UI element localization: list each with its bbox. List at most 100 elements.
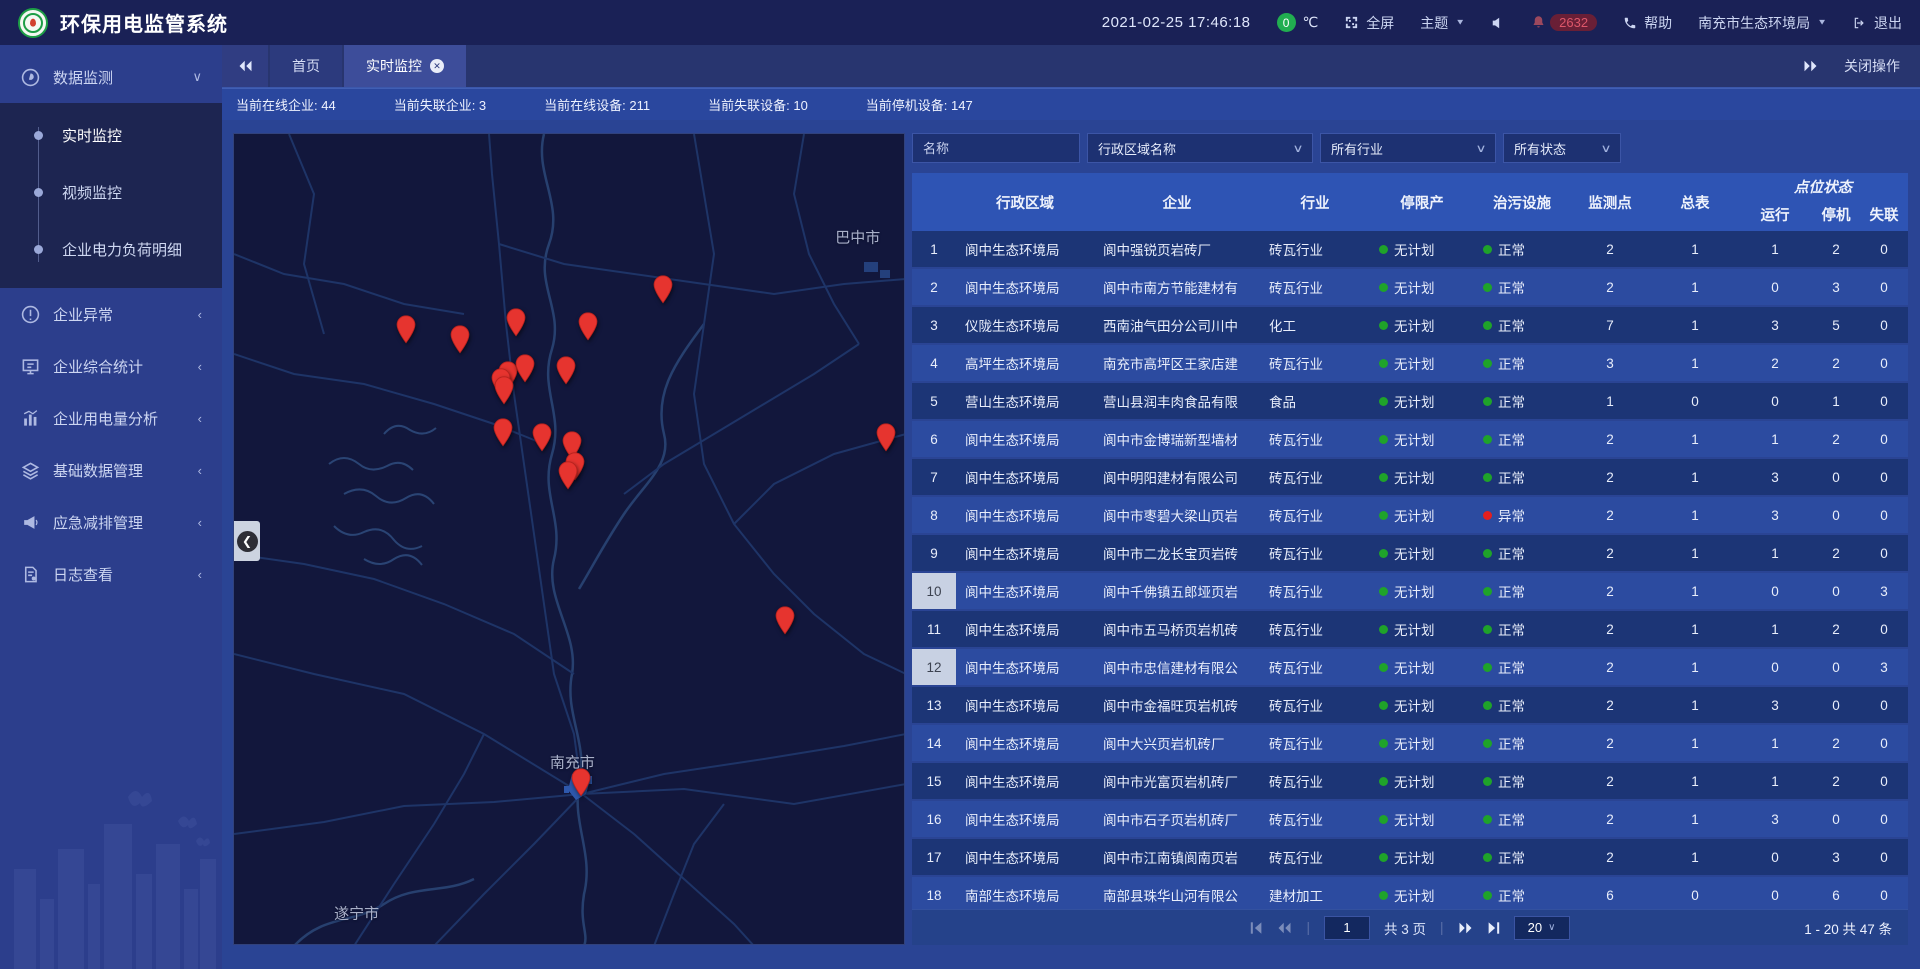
status-select[interactable]: 所有状态 ∨: [1503, 133, 1621, 163]
notifications-button[interactable]: 2632: [1531, 14, 1597, 31]
table-row[interactable]: 10阆中生态环境局阆中千佛镇五郎垭页岩砖瓦行业无计划正常21003: [912, 573, 1908, 609]
map-collapse-handle[interactable]: ❮: [234, 521, 260, 561]
map-pin[interactable]: [506, 308, 527, 337]
next-page-button[interactable]: [1458, 922, 1473, 934]
industry-select[interactable]: 所有行业 ∨: [1320, 133, 1496, 163]
cell-index: 15: [912, 763, 956, 799]
table-row[interactable]: 6阆中生态环境局阆中市金博瑞新型墙材砖瓦行业无计划正常21120: [912, 421, 1908, 457]
sidebar-item-1[interactable]: 数据监测∨: [0, 51, 222, 103]
sidebar-subitem[interactable]: 视频监控: [0, 164, 222, 221]
sidebar-item-4[interactable]: 企业用电量分析‹: [0, 392, 222, 444]
chevron-down-icon: ▼: [1455, 18, 1465, 27]
region-select[interactable]: 行政区域名称 ∨: [1087, 133, 1313, 163]
double-chevron-right-icon[interactable]: [1803, 60, 1818, 72]
skyline-decoration: [0, 779, 222, 969]
table-row[interactable]: 18南部生态环境局南部县珠华山河有限公建材加工无计划正常60060: [912, 877, 1908, 913]
map-pin[interactable]: [556, 356, 577, 385]
sidebar-item-6[interactable]: 应急减排管理‹: [0, 496, 222, 548]
table-row[interactable]: 17阆中生态环境局阆中市江南镇阆南页岩砖瓦行业无计划正常21030: [912, 839, 1908, 875]
cell-monitor-points: 2: [1570, 801, 1650, 837]
cell-running: 1: [1740, 725, 1810, 761]
tab-首页[interactable]: 首页: [270, 45, 342, 87]
chevron-left-icon: ❮: [237, 531, 258, 552]
cell-region: 阆中生态环境局: [956, 763, 1094, 799]
table-row[interactable]: 14阆中生态环境局阆中大兴页岩机砖厂砖瓦行业无计划正常21120: [912, 725, 1908, 761]
close-operations-button[interactable]: 关闭操作: [1844, 56, 1900, 76]
name-search-input[interactable]: [912, 133, 1080, 163]
sidebar-item-3[interactable]: 企业综合统计‹: [0, 340, 222, 392]
sidebar-item-5[interactable]: 基础数据管理‹: [0, 444, 222, 496]
cell-facility-status: 正常: [1474, 573, 1570, 609]
table-row[interactable]: 2阆中生态环境局阆中市南方节能建材有砖瓦行业无计划正常21030: [912, 269, 1908, 305]
map-pin[interactable]: [396, 315, 417, 344]
cell-index: 18: [912, 877, 956, 913]
total-pages-label: 共 3 页: [1384, 918, 1426, 938]
map-pin[interactable]: [494, 376, 515, 405]
last-page-button[interactable]: [1487, 922, 1500, 934]
sidebar-subitem[interactable]: 企业电力负荷明细: [0, 221, 222, 278]
sidebar-item-2[interactable]: 企业异常‹: [0, 288, 222, 340]
close-icon[interactable]: ✕: [430, 59, 444, 73]
help-button[interactable]: 帮助: [1623, 13, 1672, 33]
cell-running: 0: [1740, 573, 1810, 609]
fullscreen-button[interactable]: 全屏: [1344, 13, 1394, 33]
map-pin[interactable]: [493, 418, 514, 447]
sub-column-header-停机: 停机: [1810, 197, 1862, 231]
cell-region: 阆中生态环境局: [956, 497, 1094, 533]
cell-meters: 1: [1650, 459, 1740, 495]
sidebar-item-7[interactable]: 日志查看‹: [0, 548, 222, 600]
first-page-button[interactable]: [1250, 922, 1263, 934]
theme-menu[interactable]: 主题 ▼: [1420, 13, 1465, 33]
map-pin[interactable]: [571, 768, 592, 797]
cell-meters: 1: [1650, 497, 1740, 533]
map-pin[interactable]: [450, 325, 471, 354]
cell-company: 阆中大兴页岩机砖厂: [1094, 725, 1260, 761]
status-dot-icon: [1483, 283, 1492, 292]
table-row[interactable]: 5营山生态环境局营山县润丰肉食品有限食品无计划正常10010: [912, 383, 1908, 419]
page-size-select[interactable]: 20 ∨: [1514, 916, 1570, 940]
cell-company: 阆中市南方节能建材有: [1094, 269, 1260, 305]
table-row[interactable]: 12阆中生态环境局阆中市忠信建材有限公砖瓦行业无计划正常21003: [912, 649, 1908, 685]
prev-page-button[interactable]: [1277, 922, 1292, 934]
table-row[interactable]: 4高坪生态环境局南充市高坪区王家店建砖瓦行业无计划正常31220: [912, 345, 1908, 381]
cell-region: 阆中生态环境局: [956, 421, 1094, 457]
map-pin[interactable]: [514, 354, 535, 383]
page-number-input[interactable]: [1324, 916, 1370, 940]
cell-stop-status: 无计划: [1370, 383, 1474, 419]
map-pin[interactable]: [532, 423, 553, 452]
sidebar-subitem-label: 视频监控: [62, 182, 122, 203]
table-row[interactable]: 15阆中生态环境局阆中市光富页岩机砖厂砖瓦行业无计划正常21120: [912, 763, 1908, 799]
map-panel[interactable]: 巴中市南充市遂宁市 ❮: [233, 133, 905, 945]
map-pin[interactable]: [875, 423, 896, 452]
table-row[interactable]: 3仪陇生态环境局西南油气田分公司川中化工无计划正常71350: [912, 307, 1908, 343]
help-label: 帮助: [1644, 13, 1672, 33]
user-menu[interactable]: 南充市生态环境局 ▼: [1698, 13, 1827, 33]
tab-实时监控[interactable]: 实时监控✕: [344, 45, 466, 87]
table-row[interactable]: 11阆中生态环境局阆中市五马桥页岩机砖砖瓦行业无计划正常21120: [912, 611, 1908, 647]
cell-stopped: 0: [1810, 573, 1862, 609]
cell-stop-status: 无计划: [1370, 649, 1474, 685]
map-pin[interactable]: [653, 275, 674, 304]
cell-running: 1: [1740, 535, 1810, 571]
map-pin[interactable]: [775, 606, 796, 635]
cell-monitor-points: 7: [1570, 307, 1650, 343]
cell-monitor-points: 2: [1570, 763, 1650, 799]
table-row[interactable]: 7阆中生态环境局阆中明阳建材有限公司砖瓦行业无计划正常21300: [912, 459, 1908, 495]
cell-stop-status: 无计划: [1370, 725, 1474, 761]
mute-button[interactable]: [1491, 16, 1505, 30]
table-row[interactable]: 8阆中生态环境局阆中市枣碧大梁山页岩砖瓦行业无计划异常21300: [912, 497, 1908, 533]
divider: |: [1306, 920, 1310, 935]
map-pin[interactable]: [558, 461, 579, 490]
table-row[interactable]: 16阆中生态环境局阆中市石子页岩机砖厂砖瓦行业无计划正常21300: [912, 801, 1908, 837]
cell-index: 4: [912, 345, 956, 381]
table-row[interactable]: 1阆中生态环境局阆中强锐页岩砖厂砖瓦行业无计划正常21120: [912, 231, 1908, 267]
tabs-scroll-left-button[interactable]: [222, 45, 268, 87]
table-row[interactable]: 13阆中生态环境局阆中市金福旺页岩机砖砖瓦行业无计划正常21300: [912, 687, 1908, 723]
table-row[interactable]: 9阆中生态环境局阆中市二龙长宝页岩砖砖瓦行业无计划正常21120: [912, 535, 1908, 571]
status-dot-icon: [1379, 853, 1388, 862]
logout-button[interactable]: 退出: [1853, 13, 1902, 33]
cell-offline: 0: [1862, 763, 1906, 799]
cell-company: 营山县润丰肉食品有限: [1094, 383, 1260, 419]
sidebar-subitem[interactable]: 实时监控: [0, 107, 222, 164]
map-pin[interactable]: [577, 312, 598, 341]
